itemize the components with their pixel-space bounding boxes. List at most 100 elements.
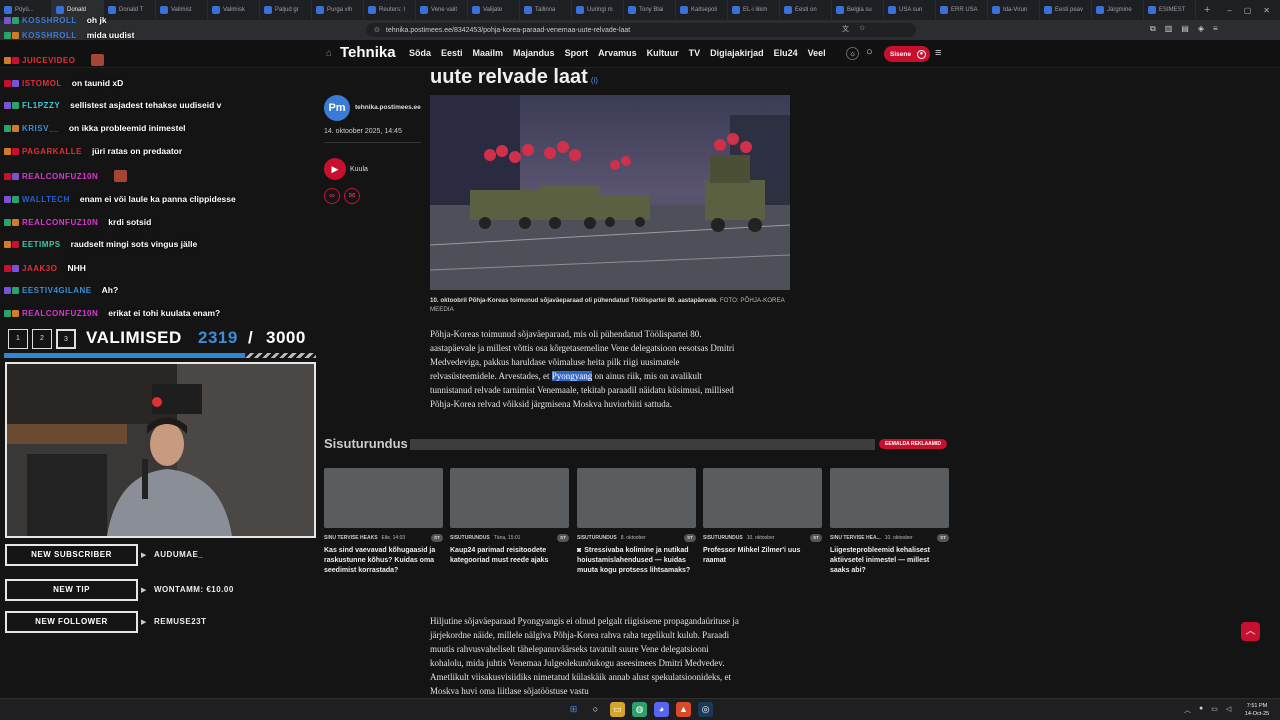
card-title[interactable]: Kas sind vaevavad kõhugaasid ja raskustu…	[324, 546, 443, 576]
card-thumbnail[interactable]	[830, 468, 949, 528]
sidebar-icon[interactable]: ▥	[1165, 24, 1173, 34]
browser-tab[interactable]: Valimist	[156, 0, 208, 20]
hamburger-menu-icon[interactable]: ≡	[935, 47, 941, 59]
headline-info-link[interactable]: (i)	[591, 76, 598, 85]
sponsored-card[interactable]: SINU TERVISE HEA... 10. oktoober ST Liigest…	[830, 468, 949, 576]
chat-username[interactable]: JUICEVIDEO	[22, 56, 75, 65]
nav-item[interactable]: Sport	[565, 48, 589, 58]
chat-username[interactable]: EESTIV4GILANE	[22, 286, 92, 295]
discord-icon[interactable]: ◕	[654, 702, 669, 717]
new-tab-button[interactable]: +	[1196, 4, 1218, 16]
scroll-to-top-button[interactable]: ︿	[1241, 622, 1260, 641]
network-icon[interactable]: ▭	[1211, 705, 1218, 715]
nav-item[interactable]: TV	[689, 48, 701, 58]
sponsored-card[interactable]: SISUTURUNDUS 10. oktoober ST Professor Mihk…	[703, 468, 822, 566]
browser-tab[interactable]: Reuters: I	[364, 0, 416, 20]
chat-username[interactable]: EETIMPS	[22, 240, 61, 249]
nav-item[interactable]: Majandus	[513, 48, 555, 58]
card-title[interactable]: Professor Mihkel Zilmer'i uus raamat	[703, 546, 822, 566]
link-icon[interactable]: ∞	[324, 188, 340, 204]
home-icon[interactable]: ⌂	[326, 48, 332, 59]
card-thumbnail[interactable]	[324, 468, 443, 528]
close-icon[interactable]: ✕	[1263, 6, 1270, 15]
browser-tab[interactable]: Vene valit	[416, 0, 468, 20]
card-title[interactable]: Liigesteprobleemid kehalisest aktiivsete…	[830, 546, 949, 576]
translate-icon[interactable]: 文	[842, 24, 849, 34]
nav-item[interactable]: Elu24	[774, 48, 798, 58]
article-image[interactable]	[430, 95, 790, 290]
nav-item[interactable]: Maailm	[473, 48, 504, 58]
bookmark-star-icon[interactable]: ☆	[859, 24, 865, 34]
browser-tab[interactable]: USA sun	[884, 0, 936, 20]
chat-username[interactable]: REALCONFUZ10N	[22, 309, 98, 318]
nav-item[interactable]: Digiajakirjad	[710, 48, 764, 58]
theme-toggle-icon[interactable]: ☼	[846, 47, 859, 60]
card-thumbnail[interactable]	[450, 468, 569, 528]
email-icon[interactable]: ✉	[344, 188, 360, 204]
chat-username[interactable]: KOSSHROLL	[22, 31, 77, 40]
steam-icon[interactable]: ◎	[698, 702, 713, 717]
browser-tab[interactable]: Valimisk	[208, 0, 260, 20]
search-icon[interactable]: ○	[866, 46, 873, 58]
browser-tab[interactable]: Donald T	[104, 0, 156, 20]
nav-item[interactable]: Sõda	[409, 48, 431, 58]
extension-icon[interactable]: ⧉	[1150, 24, 1156, 34]
chat-username[interactable]: KRISV__	[22, 124, 59, 133]
nav-item[interactable]: Eesti	[441, 48, 463, 58]
browser-tab[interactable]: Purga vih	[312, 0, 364, 20]
site-info-icon[interactable]: ⊙	[374, 26, 380, 34]
wallet-icon[interactable]: ▤	[1181, 24, 1189, 34]
chat-username[interactable]: WALLTECH	[22, 195, 70, 204]
browser-tab[interactable]: Ida-Virun	[988, 0, 1040, 20]
browser-tab[interactable]: Kaitsepoli	[676, 0, 728, 20]
author-name[interactable]: tehnika.postimees.ee	[355, 104, 421, 111]
browser-tab[interactable]: Eesti peav	[1040, 0, 1092, 20]
vpn-icon[interactable]: ◈	[1198, 24, 1204, 34]
browser-tab[interactable]: ESIMEST	[1144, 0, 1196, 20]
listen-button[interactable]: ▶ Kuula	[324, 158, 368, 180]
app-icon[interactable]: ◍	[632, 702, 647, 717]
chat-username[interactable]: PAGARKALLE	[22, 147, 82, 156]
nav-item[interactable]: Arvamus	[598, 48, 637, 58]
browser-tab[interactable]: Paljud gr	[260, 0, 312, 20]
maximize-icon[interactable]: ▢	[1244, 6, 1252, 15]
system-clock[interactable]: 7:51 PM 14-Oct-25	[1238, 702, 1276, 718]
file-explorer-icon[interactable]: ▭	[610, 702, 625, 717]
browser-tab[interactable]: Järgmine	[1092, 0, 1144, 20]
chat-username[interactable]: ISTOMOL	[22, 79, 62, 88]
browser-tab[interactable]: Tallinna	[520, 0, 572, 20]
browser-tab[interactable]: Eesti on	[780, 0, 832, 20]
brave-browser-icon[interactable]: ▲	[676, 702, 691, 717]
chat-username[interactable]: FL1PZZY	[22, 101, 60, 110]
browser-tab[interactable]: ERR USA	[936, 0, 988, 20]
minimize-icon[interactable]: –	[1227, 6, 1231, 15]
card-thumbnail[interactable]	[577, 468, 696, 528]
browser-tab[interactable]: Uuringi m	[572, 0, 624, 20]
site-logo[interactable]: Tehnika	[340, 44, 396, 61]
chat-username[interactable]: REALCONFUZ10N	[22, 172, 98, 181]
author-logo[interactable]: Pm	[324, 95, 350, 121]
volume-icon[interactable]: ◁	[1226, 705, 1231, 715]
card-thumbnail[interactable]	[703, 468, 822, 528]
browser-tab[interactable]: EL-i liikm	[728, 0, 780, 20]
nav-item[interactable]: Veel	[808, 48, 826, 58]
card-title[interactable]: ◙ Stressivaba kolimine ja nutikad hoiusta…	[577, 546, 696, 576]
address-bar[interactable]: ⊙ tehnika.postimees.ee/8342453/pohja-kor…	[366, 23, 916, 37]
sponsored-card[interactable]: SISUTURUNDUS Täna, 15:01 ST Kaup24 parimad …	[450, 468, 569, 566]
chat-username[interactable]: REALCONFUZ10N	[22, 218, 98, 227]
chat-username[interactable]: JAAK3O	[22, 264, 57, 273]
browser-tab[interactable]: Tony Blai	[624, 0, 676, 20]
card-title[interactable]: Kaup24 parimad reisitoodete kategooriad …	[450, 546, 569, 566]
search-icon[interactable]: ○	[588, 702, 603, 717]
login-button[interactable]: Sisene ●	[884, 46, 930, 62]
sponsored-card[interactable]: SINU TERVISE HEAKS Eile, 14:03 ST Kas sind …	[324, 468, 443, 576]
browser-tab[interactable]: Belgia su	[832, 0, 884, 20]
remove-ads-button[interactable]: EEMALDA REKLAAMID	[879, 439, 947, 449]
browser-tab[interactable]: Valijate	[468, 0, 520, 20]
nav-item[interactable]: Kultuur	[647, 48, 679, 58]
microphone-icon[interactable]: ●	[1199, 705, 1203, 715]
menu-icon[interactable]: ≡	[1213, 24, 1218, 34]
chat-username[interactable]: KOSSHROLL	[22, 16, 77, 25]
sponsored-card[interactable]: SISUTURUNDUS 8. oktoober ST ◙ Stressivaba ko…	[577, 468, 696, 576]
start-icon[interactable]: ⊞	[566, 702, 581, 717]
